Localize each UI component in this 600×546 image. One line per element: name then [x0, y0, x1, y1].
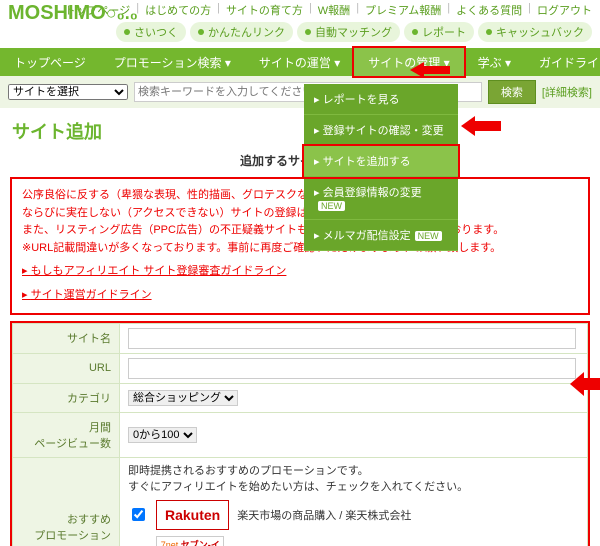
arrow-icon — [570, 372, 600, 396]
label-site-name: サイト名 — [13, 323, 120, 353]
logo: MOSHIMO○₀.₀ — [8, 2, 138, 25]
dropdown-menu: ▸ レポートを見る ▸ 登録サイトの確認・変更 ▸ サイトを追加する ▸ 会員登… — [304, 84, 458, 251]
guideline-link[interactable]: ▸ もしもアフィリエイト サイト登録審査ガイドライン — [22, 263, 578, 281]
nav-operate[interactable]: サイトの運営 ▾ — [245, 48, 354, 76]
main-nav: トップページ プロモーション検索 ▾ サイトの運営 ▾ サイトの管理 ▾ 学ぶ … — [0, 48, 600, 76]
rakuten-desc: 楽天市場の商品購入 / 楽天株式会社 — [237, 507, 411, 523]
form-outline: サイト名 URL カテゴリ 総合ショッピング 月間 ページビュー数 0から100… — [10, 321, 590, 546]
dd-mail[interactable]: ▸ メルマガ配信設定NEW — [304, 220, 458, 251]
reco-note: すぐにアフィリエイトを始めたい方は、チェックを入れてください。 — [128, 478, 579, 494]
nav-top[interactable]: トップページ — [0, 48, 100, 76]
input-site-name[interactable] — [128, 328, 576, 349]
ql[interactable]: さいつく — [116, 22, 186, 42]
warning-box: 公序良俗に反する（卑猥な表現、性的描画、グロテスクな表現などを含む）サイト、 な… — [10, 177, 590, 315]
guideline-link[interactable]: ▸ サイト運営ガイドライン — [22, 287, 578, 305]
dd-member[interactable]: ▸ 会員登録情報の変更NEW — [304, 177, 458, 220]
top-link[interactable]: サイトの育て方 — [226, 2, 303, 18]
label-category: カテゴリ — [13, 383, 120, 412]
label-url: URL — [13, 353, 120, 383]
select-category[interactable]: 総合ショッピング — [128, 390, 238, 406]
dd-add-site[interactable]: ▸ サイトを追加する — [304, 146, 458, 177]
ql[interactable]: かんたんリンク — [190, 22, 293, 42]
detail-search-link[interactable]: [詳細検索] — [542, 84, 592, 100]
top-link[interactable]: プレミアム報酬 — [365, 2, 441, 18]
seven-logo: 7net セブン-イレブン 受取りなら 送料無料 — [156, 536, 224, 546]
logout-link[interactable]: ログアウト — [537, 2, 592, 18]
arrow-icon — [410, 62, 450, 78]
arrow-icon — [461, 116, 501, 136]
sub-heading: 追加するサイトの情報 — [0, 148, 600, 173]
label-pv: 月間 ページビュー数 — [13, 412, 120, 457]
top-link[interactable]: はじめての方 — [145, 2, 211, 18]
ql[interactable]: 自動マッチング — [297, 22, 400, 42]
reco-note: 即時提携されるおすすめのプロモーションです。 — [128, 462, 579, 478]
chk-rakuten[interactable] — [132, 508, 145, 521]
select-pv[interactable]: 0から100 — [128, 427, 197, 443]
nav-learn[interactable]: 学ぶ ▾ — [464, 48, 525, 76]
search-row: サイトを選択 検索 [詳細検索] — [0, 76, 600, 108]
input-url[interactable] — [128, 358, 576, 379]
search-button[interactable]: 検索 — [488, 80, 536, 104]
top-link[interactable]: W報酬 — [318, 2, 350, 18]
site-form: サイト名 URL カテゴリ 総合ショッピング 月間 ページビュー数 0から100… — [12, 323, 588, 546]
dd-confirm[interactable]: ▸ 登録サイトの確認・変更 — [304, 115, 458, 146]
top-link[interactable]: よくある質問 — [456, 2, 522, 18]
site-select[interactable]: サイトを選択 — [8, 84, 128, 100]
ql[interactable]: レポート — [404, 22, 474, 42]
nav-promo[interactable]: プロモーション検索 ▾ — [100, 48, 245, 76]
label-recommend: おすすめ プロモーション — [13, 457, 120, 546]
ql[interactable]: キャッシュバック — [478, 22, 592, 42]
page-title: サイト追加 — [12, 118, 588, 144]
rakuten-logo: Rakuten — [156, 500, 229, 530]
nav-guideline[interactable]: ガイドライン ▾ — [525, 48, 600, 76]
dd-report[interactable]: ▸ レポートを見る — [304, 84, 458, 115]
